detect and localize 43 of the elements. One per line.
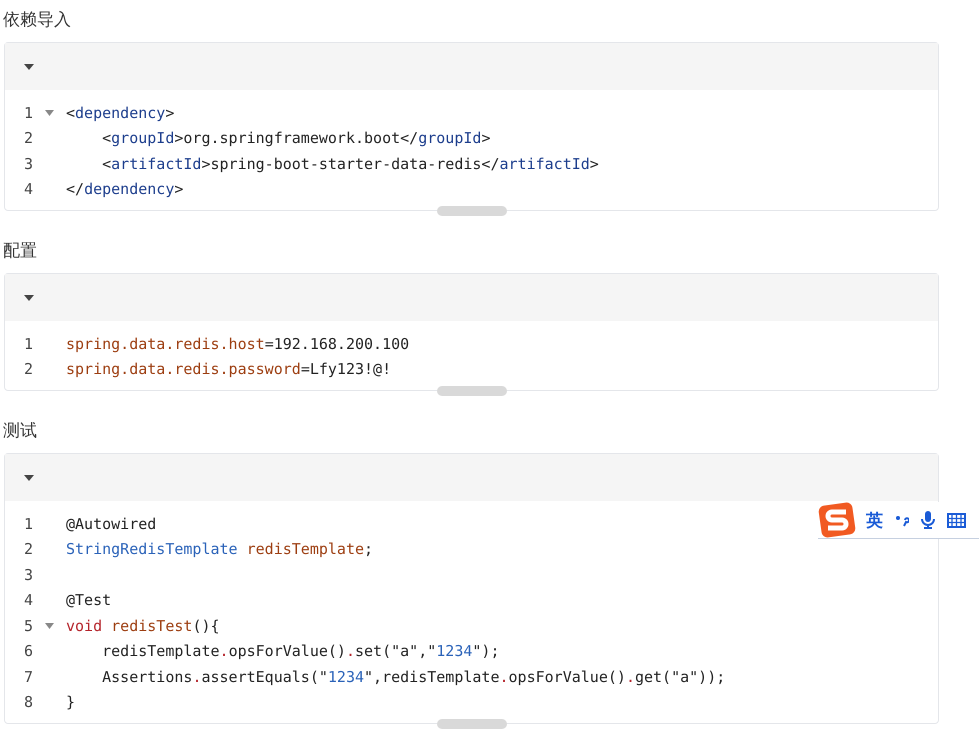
line-number: 1 (22, 104, 33, 122)
line-number: 1 (22, 334, 33, 353)
line-number: 8 (22, 693, 33, 712)
code-line: Assertions.assertEquals("1234",redisTemplate.opsForValue().get("a")); (101, 668, 726, 686)
section-heading: 配置 (2, 240, 38, 263)
line-number: 2 (22, 360, 33, 378)
line-number: 2 (22, 540, 33, 558)
code-line: </dependency> (66, 180, 184, 198)
line-number: 3 (22, 154, 33, 173)
ime-logo-icon[interactable] (818, 501, 856, 539)
code-line: } (66, 693, 76, 712)
code-line: <dependency> (66, 104, 174, 122)
line-number: 4 (22, 180, 33, 198)
fold-arrow-icon[interactable] (45, 110, 54, 116)
code-line: spring.data.redis.password=Lfy123!@! (66, 360, 392, 378)
code-line: @Test (66, 591, 112, 610)
punctuation-icon[interactable] (895, 513, 909, 527)
dropdown-caret-icon[interactable] (24, 64, 34, 70)
scrollbar-thumb[interactable] (437, 719, 507, 729)
line-number: 6 (22, 642, 33, 660)
line-number: 1 (22, 514, 33, 533)
dropdown-caret-icon[interactable] (24, 474, 34, 480)
section-heading: 测试 (2, 420, 38, 443)
code-line: <groupId>org.springframework.boot</groupId> (101, 129, 490, 148)
code-line: void redisTest(){ (66, 616, 220, 635)
code-line: <artifactId>spring-boot-starter-data-redis</artifactId> (101, 154, 599, 173)
input-mode-toggle[interactable]: 英 (866, 508, 883, 532)
line-number: 2 (22, 129, 33, 148)
dropdown-caret-icon[interactable] (24, 294, 34, 300)
line-number: 4 (22, 591, 33, 610)
keyboard-icon[interactable] (947, 512, 966, 528)
line-number: 7 (22, 668, 33, 686)
microphone-icon[interactable] (921, 511, 935, 529)
fold-arrow-icon[interactable] (45, 622, 54, 629)
line-number: 5 (22, 616, 33, 635)
line-number: 3 (22, 566, 33, 584)
code-line: spring.data.redis.host=192.168.200.100 (66, 334, 410, 353)
scrollbar-thumb[interactable] (437, 206, 507, 216)
code-line: @Autowired (66, 514, 156, 533)
scrollbar-thumb[interactable] (437, 386, 507, 396)
section-heading: 依赖导入 (2, 9, 72, 32)
code-line: redisTemplate.opsForValue().set("a","1234"); (101, 642, 500, 660)
code-line: StringRedisTemplate redisTemplate; (66, 540, 374, 558)
